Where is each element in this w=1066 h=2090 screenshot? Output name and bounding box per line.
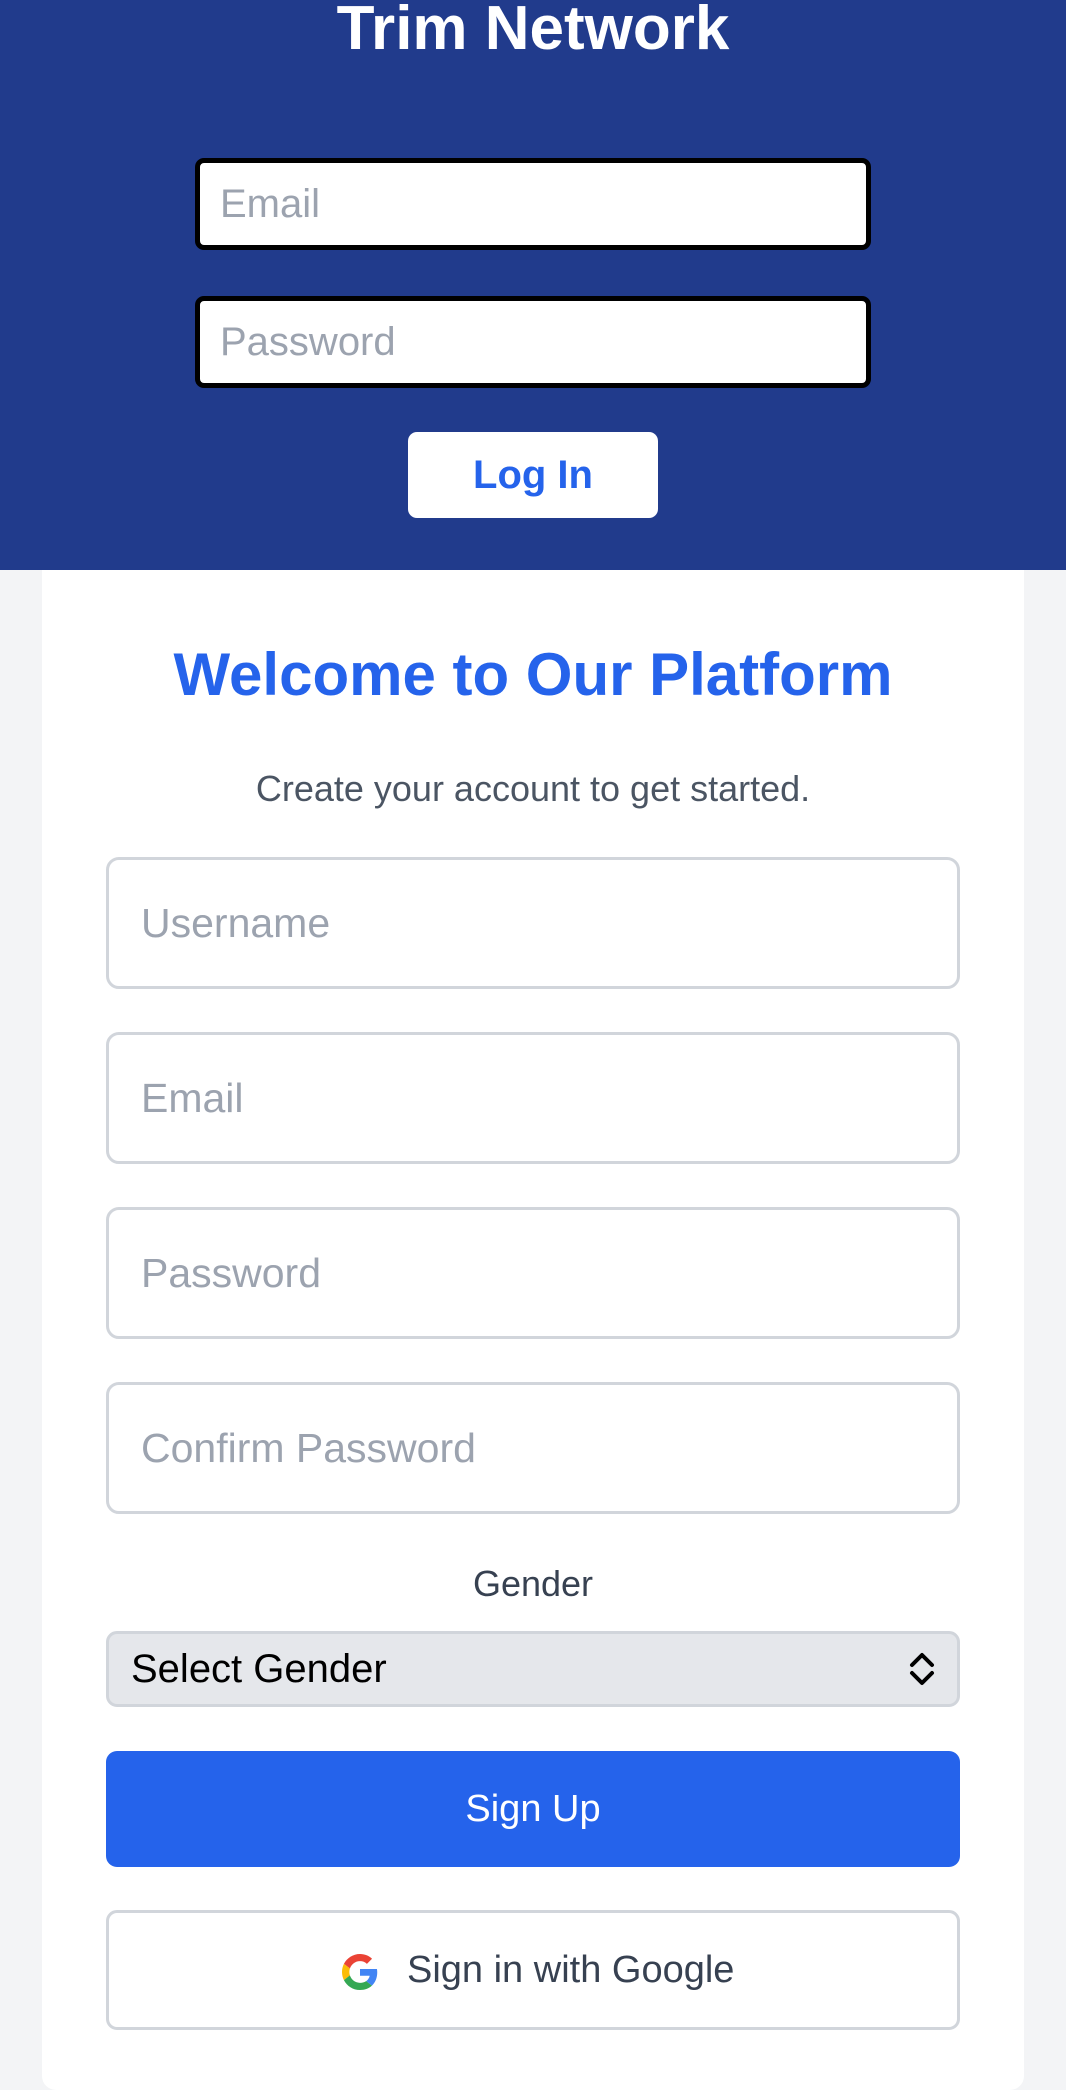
page-subtitle: Create your account to get started. <box>255 768 811 809</box>
brand-title: Trim Network <box>336 0 730 63</box>
header-password-input[interactable] <box>195 296 871 388</box>
gender-select[interactable]: Select Gender <box>106 1631 960 1707</box>
gender-label: Gender <box>472 1563 594 1604</box>
login-button[interactable]: Log In <box>408 432 658 518</box>
top-header: Trim Network Log In <box>0 0 1066 570</box>
sign-up-button[interactable]: Sign Up <box>106 1751 960 1867</box>
chevron-up-down-icon <box>910 1653 934 1685</box>
gender-select-value: Select Gender <box>131 1647 387 1691</box>
google-sign-in-label: Sign in with Google <box>407 1949 735 1991</box>
google-icon <box>342 1954 378 1990</box>
confirm-password-field[interactable] <box>106 1382 960 1514</box>
username-field[interactable] <box>106 857 960 989</box>
email-field[interactable] <box>106 1032 960 1164</box>
google-sign-in-button[interactable]: Sign in with Google <box>106 1910 960 2030</box>
page-title: Welcome to Our Platform <box>173 641 893 708</box>
header-email-input[interactable] <box>195 158 871 250</box>
password-field[interactable] <box>106 1207 960 1339</box>
